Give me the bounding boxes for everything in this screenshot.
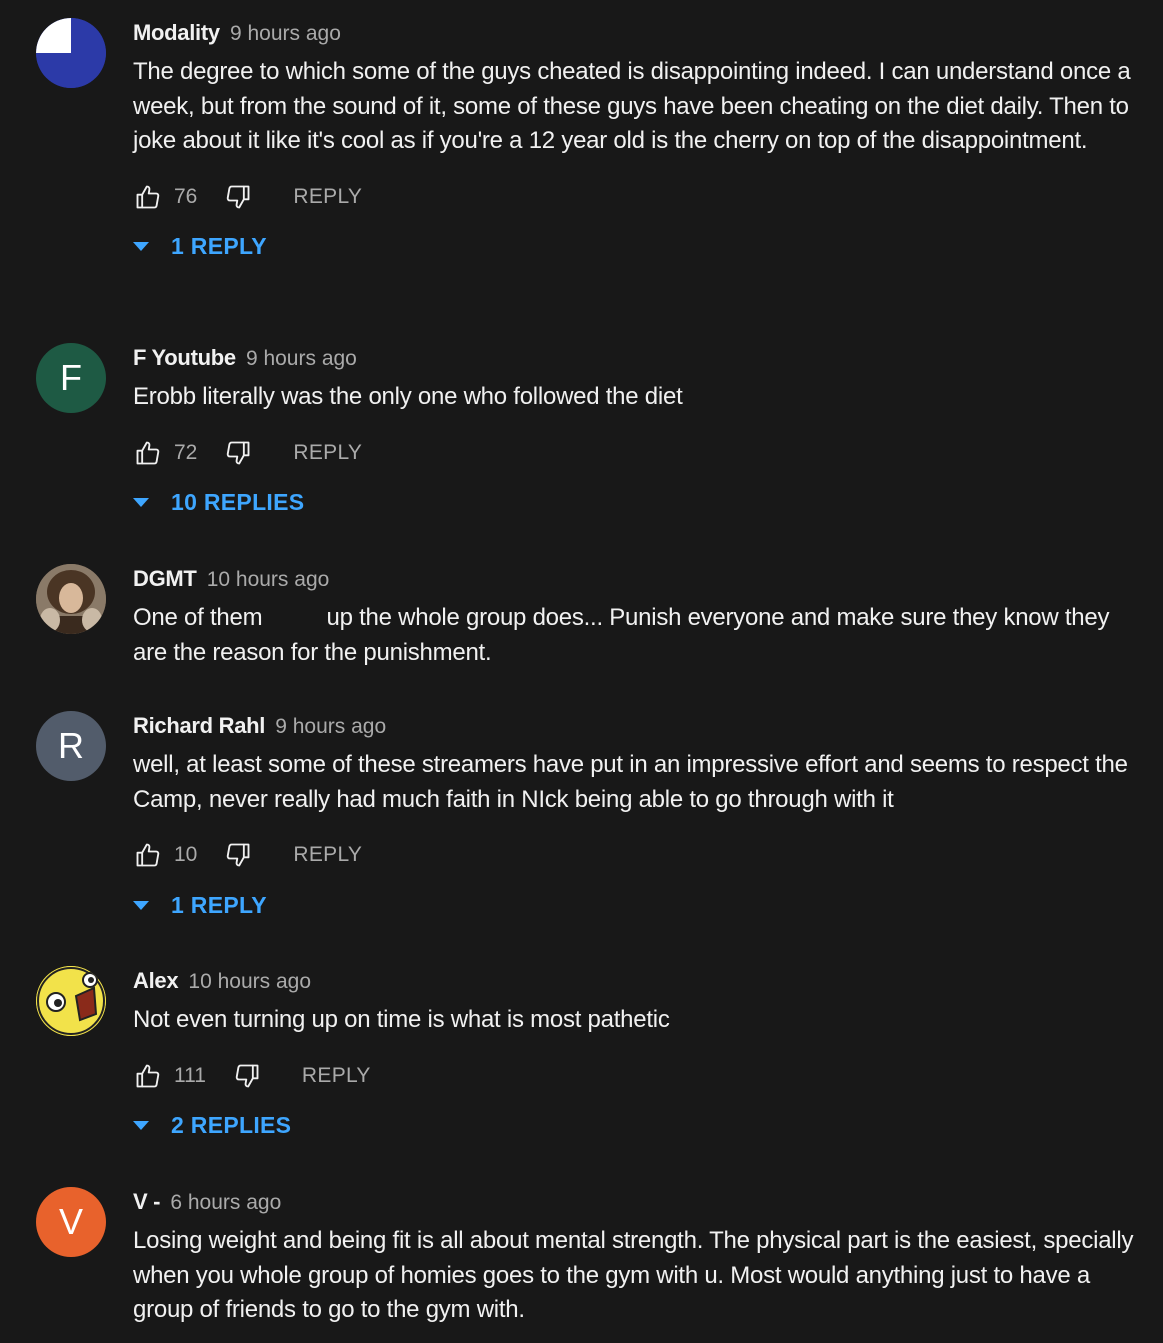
- comment-timestamp[interactable]: 10 hours ago: [207, 568, 330, 591]
- caret-down-icon: [133, 1121, 149, 1130]
- comment-text: Erobb literally was the only one who fol…: [133, 383, 683, 410]
- dislike-button[interactable]: [223, 182, 253, 212]
- author-name[interactable]: Alex: [133, 968, 179, 993]
- thumbs-up-icon: [136, 185, 160, 208]
- view-replies-button[interactable]: 1 REPLY: [133, 227, 1143, 267]
- comment-body: Modality 9 hours ago The degree to which…: [133, 18, 1143, 267]
- comment-header: Alex 10 hours ago: [133, 966, 1143, 996]
- thumbs-down-icon: [235, 1064, 259, 1087]
- like-count: 111: [174, 1063, 206, 1087]
- view-replies-button[interactable]: 2 REPLIES: [133, 1106, 1143, 1146]
- thumbs-down-icon: [227, 185, 250, 208]
- author-name[interactable]: V -: [133, 1189, 161, 1214]
- thumbs-down-icon: [227, 441, 250, 464]
- replies-label: 1 REPLY: [171, 233, 267, 259]
- thumbs-up-icon: [136, 441, 160, 464]
- comment-header: F Youtube 9 hours ago: [133, 343, 1143, 373]
- avatar[interactable]: V: [36, 1187, 106, 1257]
- dislike-button[interactable]: [232, 1061, 262, 1091]
- avatar[interactable]: R: [36, 711, 106, 781]
- caret-down-icon: [133, 498, 149, 507]
- like-button[interactable]: [133, 1061, 163, 1091]
- comment-body: DGMT 10 hours ago One of them up the who…: [133, 564, 1143, 670]
- thumbs-up-icon: [136, 1064, 160, 1087]
- avatar[interactable]: [36, 966, 106, 1036]
- comment-timestamp[interactable]: 9 hours ago: [246, 347, 357, 370]
- replies-label: 1 REPLY: [171, 891, 267, 918]
- like-button[interactable]: [133, 182, 163, 212]
- replies-label: 2 REPLIES: [171, 1112, 292, 1138]
- comment-body: F Youtube 9 hours ago Erobb literally wa…: [133, 343, 1143, 523]
- reply-button[interactable]: REPLY: [293, 441, 362, 465]
- author-name[interactable]: Richard Rahl: [133, 713, 265, 738]
- reply-button[interactable]: REPLY: [302, 1064, 371, 1088]
- comment-header: Modality 9 hours ago: [133, 18, 1143, 48]
- comment-text: The degree to which some of the guys che…: [133, 58, 1131, 154]
- comment-timestamp[interactable]: 6 hours ago: [170, 1191, 281, 1214]
- caret-down-icon: [133, 242, 149, 251]
- comment-text: One of them up the whole group does... P…: [133, 604, 1116, 666]
- profile-photo-icon: [36, 564, 106, 634]
- comment-actions: 10 REPLY: [133, 835, 1143, 875]
- like-count: 10: [174, 843, 198, 866]
- comment-header: V - 6 hours ago: [133, 1187, 1143, 1217]
- caret-down-icon: [133, 900, 149, 910]
- thumbs-down-icon: [227, 843, 250, 867]
- dislike-button[interactable]: [223, 840, 253, 870]
- comment-header: DGMT 10 hours ago: [133, 564, 1143, 594]
- like-button[interactable]: [133, 438, 163, 468]
- comment-text: well, at least some of these streamers h…: [133, 751, 1128, 813]
- comment-header: Richard Rahl 9 hours ago: [133, 711, 1143, 741]
- comment-timestamp[interactable]: 9 hours ago: [230, 22, 341, 45]
- comment-actions: 72 REPLY: [133, 433, 1143, 473]
- cartoon-face-icon: [36, 966, 106, 1036]
- view-replies-button[interactable]: 10 REPLIES: [133, 483, 1143, 523]
- avatar-letter: V: [58, 1201, 83, 1242]
- comment-timestamp[interactable]: 10 hours ago: [188, 970, 311, 993]
- comment-text: Not even turning up on time is what is m…: [133, 1006, 670, 1033]
- like-count: 72: [174, 440, 198, 464]
- reply-button[interactable]: REPLY: [293, 185, 362, 209]
- comment-actions: 111 REPLY: [133, 1056, 1143, 1096]
- view-replies-button[interactable]: 1 REPLY: [133, 885, 1143, 925]
- avatar[interactable]: [36, 564, 106, 634]
- author-name[interactable]: Modality: [133, 20, 220, 45]
- avatar-letter: F: [60, 357, 82, 398]
- like-count: 76: [174, 184, 198, 208]
- comment-body: Richard Rahl 9 hours ago well, at least …: [133, 711, 1143, 925]
- comment-body: V - 6 hours ago Losing weight and being …: [133, 1187, 1143, 1328]
- comment-timestamp[interactable]: 9 hours ago: [275, 715, 386, 738]
- avatar-pie-icon: [36, 18, 106, 88]
- author-name[interactable]: F Youtube: [133, 345, 236, 370]
- comment-actions: 76 REPLY: [133, 177, 1143, 217]
- comment-text: Losing weight and being fit is all about…: [133, 1227, 1134, 1323]
- avatar[interactable]: [36, 18, 106, 88]
- reply-button[interactable]: REPLY: [293, 843, 362, 867]
- like-button[interactable]: [133, 840, 163, 870]
- avatar[interactable]: F: [36, 343, 106, 413]
- thumbs-up-icon: [136, 843, 160, 867]
- comment-body: Alex 10 hours ago Not even turning up on…: [133, 966, 1143, 1146]
- avatar-letter: R: [58, 725, 84, 766]
- author-name[interactable]: DGMT: [133, 566, 197, 591]
- replies-label: 10 REPLIES: [171, 489, 305, 515]
- dislike-button[interactable]: [223, 438, 253, 468]
